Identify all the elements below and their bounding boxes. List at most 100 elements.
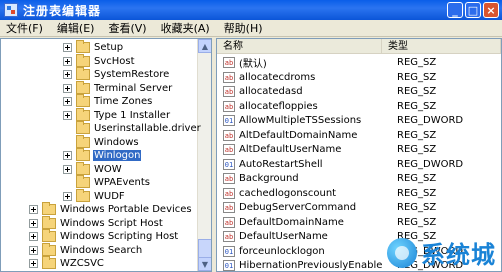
value-name: DebugServerCommand <box>239 202 357 213</box>
expand-toggle-icon[interactable] <box>63 191 72 201</box>
tree-item[interactable]: Windows Portable Devices <box>29 202 193 216</box>
value-row[interactable]: 01 AutoRestartShell REG_DWORD <box>217 157 501 172</box>
tree-item[interactable]: Windows Script Host <box>29 215 164 230</box>
value-name: AutoRestartShell <box>239 158 323 170</box>
registry-tree[interactable]: ▲ ▼ Setup SvcHost SystemRestore Terminal Se… <box>0 38 212 272</box>
value-row[interactable]: ab allocatefloppies REG_SZ <box>217 99 501 114</box>
expand-toggle-icon <box>63 178 72 187</box>
expand-toggle-icon[interactable] <box>63 43 72 52</box>
tree-item[interactable]: Setup <box>63 40 124 54</box>
value-name: allocatecdroms <box>239 71 316 83</box>
value-row[interactable]: 01 AllowMultipleTSSessions REG_DWORD <box>217 113 501 128</box>
folder-icon <box>76 148 90 161</box>
expand-toggle-icon[interactable] <box>63 97 72 106</box>
tree-item[interactable]: WOW <box>63 161 123 176</box>
list-header: 名称 类型 <box>217 39 501 54</box>
watermark-logo-icon <box>387 237 417 268</box>
menu-edit[interactable]: 编辑(E) <box>53 20 99 36</box>
value-name: allocatedasd <box>239 86 303 97</box>
tree-scrollbar[interactable]: ▲ ▼ <box>197 39 211 271</box>
tree-item-label: Windows Search <box>60 244 143 256</box>
expand-toggle-icon[interactable] <box>29 245 38 255</box>
tree-item[interactable]: Time Zones <box>63 94 153 108</box>
folder-icon <box>42 242 56 256</box>
binary-value-icon: 01 <box>223 115 235 126</box>
expand-toggle-icon[interactable] <box>63 83 72 93</box>
value-row[interactable]: ab cachedlogonscount REG_SZ <box>217 186 501 201</box>
value-type: REG_SZ <box>397 86 437 97</box>
expand-toggle-icon[interactable] <box>29 218 38 228</box>
tree-item-label: SvcHost <box>94 55 135 67</box>
tree-item[interactable]: WZCSVC <box>29 256 105 270</box>
tree-item[interactable]: Windows <box>63 134 140 149</box>
expand-toggle-icon[interactable] <box>63 151 72 160</box>
scroll-up-button[interactable]: ▲ <box>198 39 211 53</box>
tree-item-label: Userinstallable.driver <box>94 123 201 134</box>
tree-item-label: WOW <box>94 163 122 175</box>
tree-item-label: SystemRestore <box>94 69 170 80</box>
tree-item[interactable]: Windows Search <box>29 242 143 257</box>
tree-item[interactable]: Type 1 Installer <box>63 107 171 122</box>
tree-item-label: Windows Portable Devices <box>60 204 192 215</box>
regedit-window: 注册表编辑器 _ □ × 文件(F) 编辑(E) 查看(V) 收藏夹(A) 帮助… <box>0 0 502 272</box>
value-row[interactable]: ab DefaultDomainName REG_SZ <box>217 215 501 230</box>
maximize-button[interactable]: □ <box>465 2 481 18</box>
string-value-icon: ab <box>223 57 235 68</box>
menu-file[interactable]: 文件(F) <box>2 20 47 36</box>
column-header-type[interactable]: 类型 <box>382 39 501 54</box>
scroll-down-button[interactable]: ▼ <box>198 257 211 271</box>
tree-item[interactable]: Windows Scripting Host <box>29 229 179 243</box>
value-name: AltDefaultUserName <box>239 144 342 155</box>
folder-icon <box>76 121 90 134</box>
expand-toggle-icon[interactable] <box>63 70 72 79</box>
tree-item[interactable]: WUDF <box>63 188 126 203</box>
value-name: allocatefloppies <box>239 100 318 112</box>
tree-item-label: Terminal Server <box>94 82 173 94</box>
minimize-button[interactable]: _ <box>447 2 463 18</box>
tree-item[interactable]: SystemRestore <box>63 67 170 81</box>
expand-toggle-icon[interactable] <box>29 259 38 268</box>
folder-icon <box>42 215 56 229</box>
tree-item-label: WUDF <box>94 190 125 202</box>
value-row[interactable]: ab allocatecdroms REG_SZ <box>217 70 501 85</box>
menu-favorites[interactable]: 收藏夹(A) <box>157 20 214 36</box>
site-watermark: 系统城 <box>387 235 496 270</box>
string-value-icon: ab <box>223 71 235 83</box>
value-row[interactable]: ab (默认) REG_SZ <box>217 55 501 70</box>
expand-toggle-icon[interactable] <box>63 164 72 174</box>
folder-icon <box>76 40 90 53</box>
value-type: REG_SZ <box>397 129 437 141</box>
expand-toggle-icon <box>63 124 72 133</box>
value-row[interactable]: ab allocatedasd REG_SZ <box>217 84 501 99</box>
tree-item-label: Time Zones <box>94 96 153 107</box>
tree-item[interactable]: Terminal Server <box>63 80 173 95</box>
value-row[interactable]: ab Background REG_SZ <box>217 171 501 186</box>
expand-toggle-icon[interactable] <box>63 56 72 66</box>
expand-toggle-icon[interactable] <box>29 205 38 214</box>
expand-toggle-icon[interactable] <box>63 110 72 120</box>
tree-item[interactable]: Userinstallable.driver <box>63 121 202 135</box>
expand-toggle-icon[interactable] <box>29 232 38 241</box>
value-row[interactable]: ab DebugServerCommand REG_SZ <box>217 200 501 215</box>
tree-item-label: Setup <box>94 42 124 53</box>
value-type: REG_SZ <box>397 202 437 213</box>
value-row[interactable]: ab AltDefaultDomainName REG_SZ <box>217 128 501 143</box>
tree-item[interactable]: SvcHost <box>63 53 136 68</box>
value-row[interactable]: ab AltDefaultUserName REG_SZ <box>217 142 501 157</box>
column-header-name[interactable]: 名称 <box>217 39 382 54</box>
menu-help[interactable]: 帮助(H) <box>220 20 267 36</box>
string-value-icon: ab <box>223 231 235 242</box>
value-type: REG_SZ <box>397 144 437 155</box>
folder-icon <box>76 80 90 94</box>
folder-icon <box>42 202 56 215</box>
folder-icon <box>76 53 90 67</box>
tree-item[interactable]: WPAEvents <box>63 175 151 189</box>
value-type: REG_SZ <box>397 100 437 112</box>
menu-view[interactable]: 查看(V) <box>104 20 150 36</box>
tree-item[interactable]: Winlogon <box>63 148 142 162</box>
folder-icon <box>42 256 56 269</box>
menu-bar: 文件(F) 编辑(E) 查看(V) 收藏夹(A) 帮助(H) <box>0 20 502 37</box>
folder-icon <box>76 161 90 175</box>
title-bar[interactable]: 注册表编辑器 _ □ × <box>0 0 502 20</box>
close-button[interactable]: × <box>483 2 499 18</box>
